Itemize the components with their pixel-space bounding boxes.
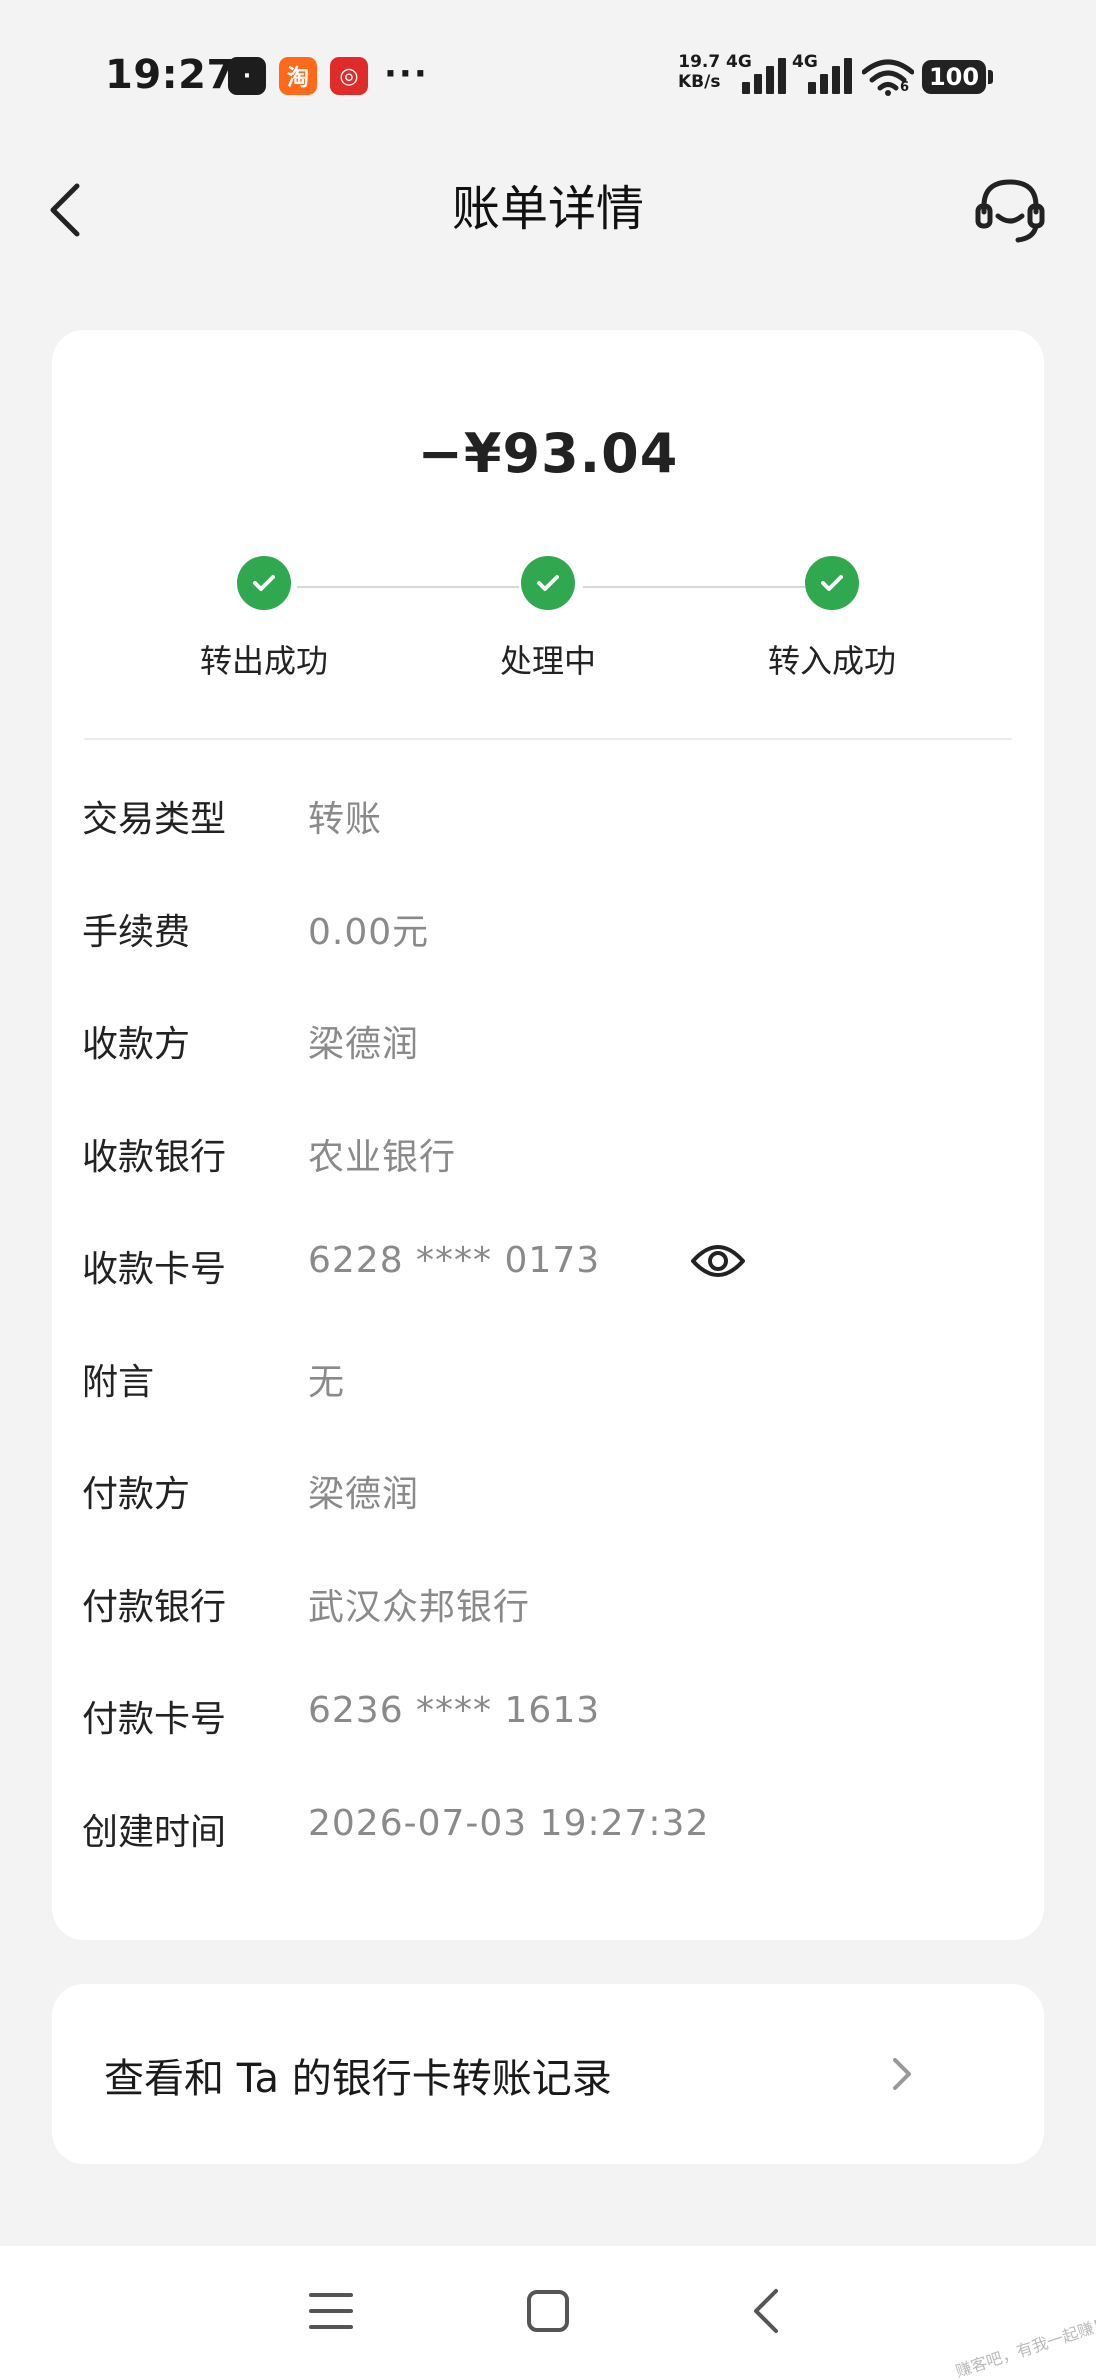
bill-detail-page: 19:27 ∙ 淘 ◎ ··· 19.7 KB/s 4G 4G 6 100 账单…: [0, 0, 1096, 2380]
step-1-label: 转出成功: [199, 642, 328, 680]
detail-label: 付款方: [82, 1474, 191, 1515]
system-back-button[interactable]: [730, 2276, 800, 2346]
more-notifications-icon: ···: [384, 54, 429, 94]
detail-label: 创建时间: [82, 1811, 227, 1853]
detail-label: 收款方: [82, 1024, 191, 1065]
step-3-check-icon: [805, 556, 859, 610]
citic-bank-app-icon: ◎: [330, 57, 368, 95]
taobao-app-icon: 淘: [279, 57, 317, 95]
detail-label: 收款卡号: [82, 1249, 227, 1290]
step-1-check-icon: [237, 556, 291, 610]
eye-icon: [691, 1245, 745, 1277]
network-speed-value: 19.7: [678, 52, 721, 72]
step-2-label: 处理中: [499, 642, 596, 680]
progress-connector-1: [297, 586, 519, 588]
detail-value: 0.00元: [308, 911, 430, 953]
detail-label: 手续费: [82, 911, 191, 953]
detail-row-created-time: 创建时间 2026-07-03 19:27:32: [52, 1773, 1044, 1886]
transaction-amount: −¥93.04: [417, 422, 679, 485]
detail-row-payer-bank: 付款银行 武汉众邦银行: [52, 1548, 1044, 1661]
transfer-record-link[interactable]: 查看和 Ta 的银行卡转账记录: [52, 1984, 1044, 2164]
transfer-record-label: 查看和 Ta 的银行卡转账记录: [104, 2056, 612, 2102]
status-time: 19:27: [105, 52, 235, 98]
customer-service-button[interactable]: [968, 168, 1052, 252]
detail-row-payer-card: 付款卡号 6236 **** 1613: [52, 1660, 1044, 1773]
detail-row-transaction-type: 交易类型 转账: [52, 760, 1044, 873]
detail-value: 2026-07-03 19:27:32: [308, 1802, 710, 1844]
detail-row-payee-bank: 收款银行 农业银行: [52, 1098, 1044, 1211]
detail-value: 6228 **** 0173: [308, 1240, 601, 1281]
detail-value: 农业银行: [308, 1136, 457, 1178]
detail-value: 梁德润: [308, 1024, 420, 1065]
voice-app-icon: ∙: [228, 57, 266, 95]
detail-list: 交易类型 转账 手续费 0.00元 收款方 梁德润 收款银行 农业银行 收款卡号…: [52, 760, 1044, 1885]
transaction-card: −¥93.04 转出成功 处理中 转入成功 交易类型 转账 手续费 0.00元: [52, 330, 1044, 1940]
detail-label: 附言: [82, 1361, 155, 1403]
step-2-check-icon: [521, 556, 575, 610]
progress-connector-2: [583, 586, 805, 588]
back-triangle-icon: [754, 2289, 778, 2333]
detail-value: 武汉众邦银行: [308, 1586, 531, 1628]
step-3-label: 转入成功: [767, 642, 896, 680]
home-button[interactable]: [513, 2276, 583, 2346]
battery-icon: 100: [922, 60, 993, 94]
detail-label: 交易类型: [82, 799, 227, 840]
signal-strength-1-icon: [742, 58, 788, 94]
detail-value: 转账: [308, 799, 383, 840]
detail-value: 梁德润: [308, 1474, 420, 1515]
status-bar: 19:27 ∙ 淘 ◎ ··· 19.7 KB/s 4G 4G 6 100: [0, 0, 1096, 150]
network-speed: 19.7 KB/s: [678, 52, 720, 92]
detail-row-payer: 付款方 梁德润: [52, 1435, 1044, 1548]
detail-row-payee-card: 收款卡号 6228 **** 0173: [52, 1210, 1044, 1323]
system-nav-bar: [0, 2246, 1096, 2380]
detail-row-fee: 手续费 0.00元: [52, 873, 1044, 986]
header: 账单详情: [0, 150, 1096, 270]
card-divider: [84, 738, 1012, 740]
menu-icon: [309, 2293, 353, 2329]
detail-row-remark: 附言 无: [52, 1323, 1044, 1436]
signal-strength-2-icon: [808, 58, 854, 94]
show-card-number-button[interactable]: [688, 1234, 748, 1288]
detail-label: 付款卡号: [82, 1699, 227, 1740]
headset-icon: [975, 179, 1045, 243]
chevron-right-icon: [880, 2042, 924, 2106]
wifi-label: 6: [900, 80, 910, 95]
recent-apps-button[interactable]: [296, 2276, 366, 2346]
network-speed-unit: KB/s: [678, 72, 721, 92]
page-title: 账单详情: [451, 181, 644, 237]
detail-label: 付款银行: [82, 1586, 227, 1628]
detail-label: 收款银行: [82, 1136, 227, 1178]
home-square-icon: [527, 2290, 569, 2332]
detail-value: 无: [308, 1361, 346, 1403]
detail-row-payee: 收款方 梁德润: [52, 985, 1044, 1098]
detail-value: 6236 **** 1613: [308, 1690, 601, 1731]
